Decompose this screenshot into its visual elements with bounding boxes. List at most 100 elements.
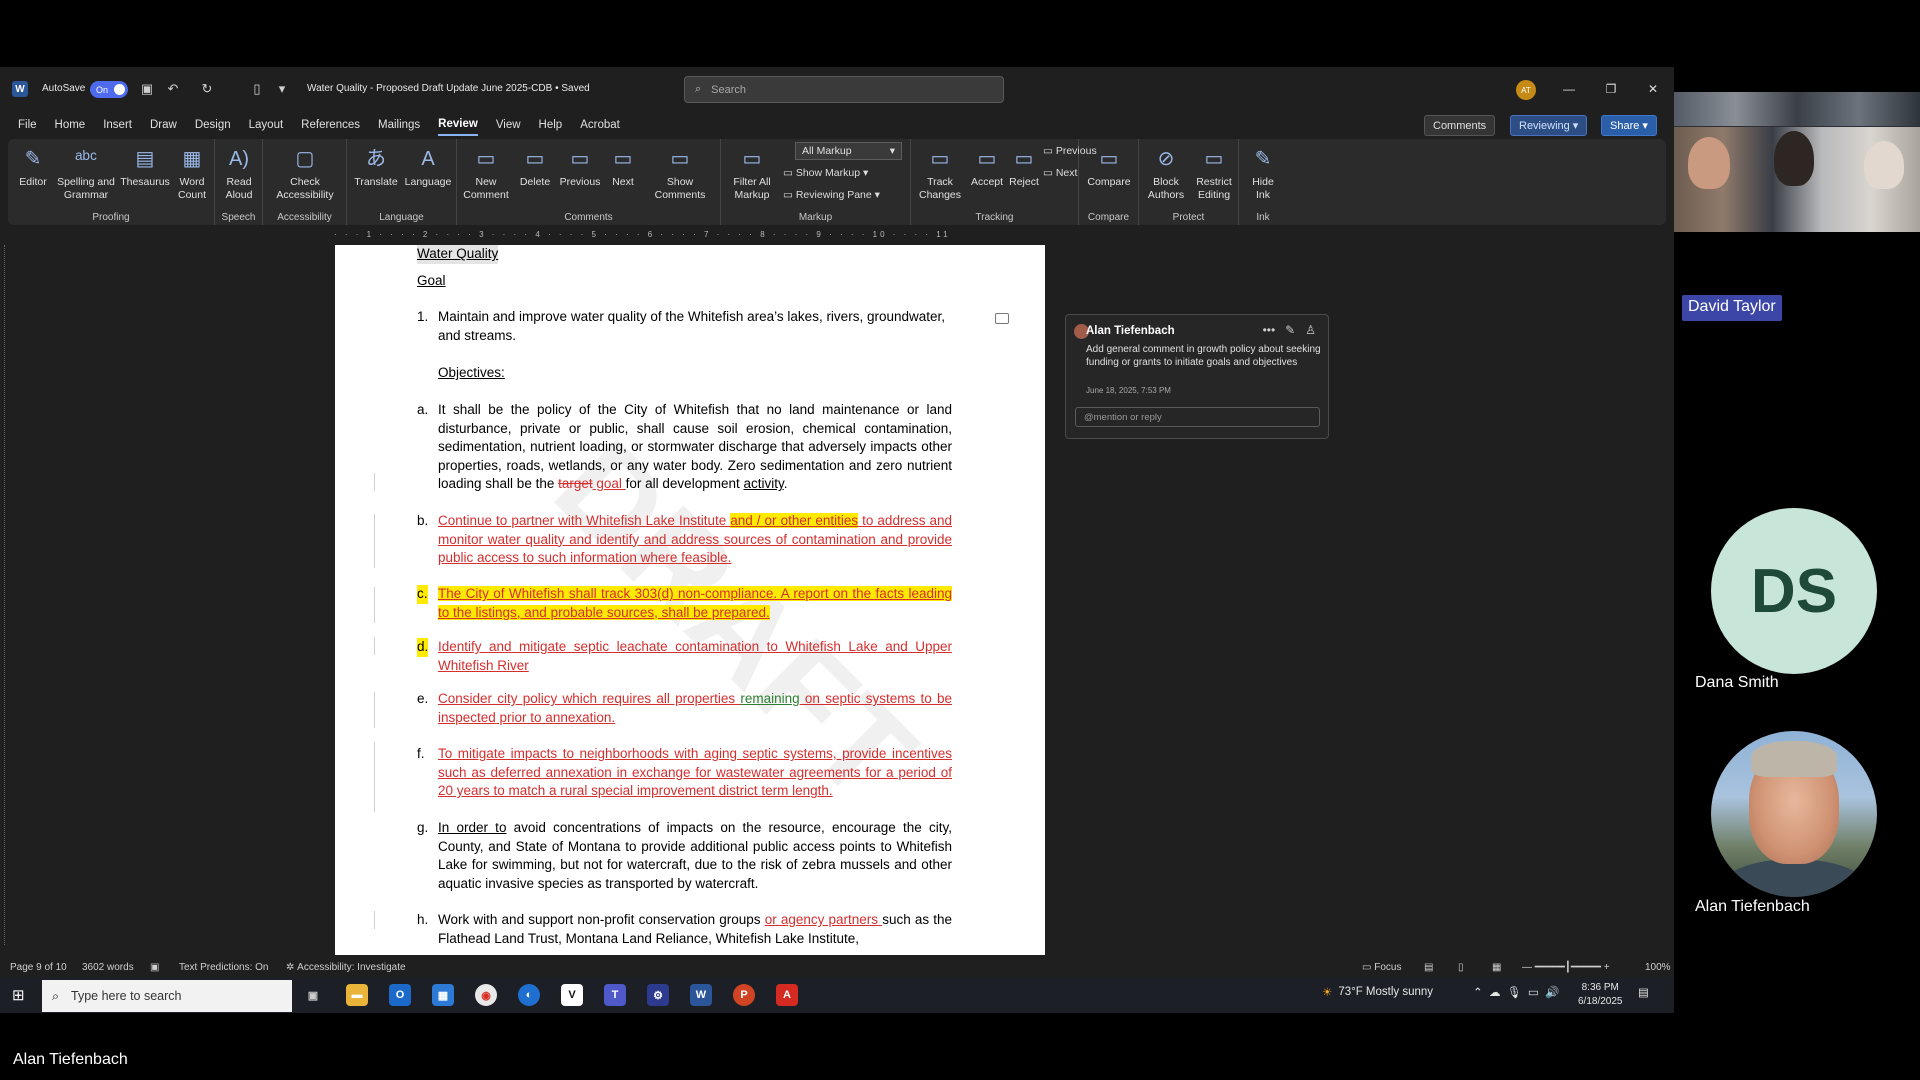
tab-mailings[interactable]: Mailings [378,115,420,135]
word-count-indicator[interactable]: 3602 words [82,962,134,973]
save-icon[interactable]: ▣ [138,80,156,98]
objective-b-text-2: to partner with Whitefish Lake Institute [492,513,731,528]
delete-comment-button[interactable]: ▭ Delete [515,145,555,189]
taskbar-clock[interactable]: 8:36 PM 6/18/2025 [1578,981,1623,1009]
zoom-slider[interactable]: — ━━━━━┃━━━━━ + [1522,962,1610,973]
close-icon[interactable]: ✕ [1641,79,1665,99]
comment-card[interactable]: Alan Tiefenbach ••• ✎ ♙ Add general comm… [1065,314,1329,439]
comment-anchor-icon[interactable] [995,313,1009,324]
language-icon: A [421,147,435,170]
tab-references[interactable]: References [301,115,360,135]
tab-design[interactable]: Design [195,115,231,135]
notifications-icon[interactable]: ▤ [1638,985,1649,999]
like-icon[interactable]: ♙ [1305,323,1316,337]
web-layout-icon[interactable]: ▦ [1492,962,1501,973]
bookmark-icon[interactable]: ▯ [248,80,266,98]
restore-icon[interactable]: ❐ [1599,79,1623,99]
more-options-icon[interactable]: ••• [1263,323,1276,337]
focus-button[interactable]: ▭ Focus [1362,962,1401,973]
tab-layout[interactable]: Layout [249,115,284,135]
show-markup-button[interactable]: ▭ Show Markup ▾ [783,167,868,179]
meeting-app-icon[interactable]: ⚙ [647,984,669,1006]
display-markup-select[interactable]: All Markup ▾ [795,142,902,160]
objective-g: g. In order to avoid concentrations of i… [417,819,952,893]
tab-home[interactable]: Home [55,115,86,135]
customize-toolbar-icon[interactable]: ▾ [273,80,291,98]
taskbar-search[interactable]: ⌕ Type here to search [42,980,292,1012]
spelling-button[interactable]: ᵃᵇᶜ Spelling and Grammar [54,145,118,202]
vertical-ruler[interactable] [4,245,14,945]
user-avatar[interactable]: AT [1516,80,1536,100]
proofing-status-icon[interactable]: ▣ [150,962,159,973]
text-predictions-indicator[interactable]: Text Predictions: On [179,962,268,973]
search-box[interactable]: ⌕ Search [684,76,1004,103]
store-icon[interactable]: ▦ [432,984,454,1006]
redo-icon[interactable]: ↻ [198,80,216,98]
outlook-icon[interactable]: O [389,984,411,1006]
new-comment-button[interactable]: ▭ New Comment [461,145,511,202]
autosave-toggle[interactable]: On [90,81,128,98]
comments-button[interactable]: Comments [1424,115,1496,136]
horizontal-ruler[interactable]: · · · 1 · · · · 2 · · · · 3 · · · · 4 · … [0,227,1674,240]
accept-button[interactable]: ▭ Accept [969,145,1005,189]
acrobat-icon[interactable]: A [776,984,798,1006]
translate-button[interactable]: あ Translate [353,145,399,189]
undo-icon[interactable]: ↶ [164,80,182,98]
deleted-text: target [558,476,593,491]
word-count-button[interactable]: ▦ Word Count [172,145,212,202]
participant-video-strip[interactable] [1674,92,1920,232]
share-button[interactable]: Share ▾ [1601,115,1657,136]
page-indicator[interactable]: Page 9 of 10 [10,962,67,973]
track-changes-button[interactable]: ▭ Track Changes [915,145,965,202]
participant-avatar-dana-smith[interactable]: DS [1711,508,1877,674]
tab-file[interactable]: File [18,115,37,135]
accessibility-indicator[interactable]: ✲ Accessibility: Investigate [286,962,406,973]
print-layout-icon[interactable]: ▯ [1458,962,1464,973]
document-page[interactable]: DRAFT Water Quality Goal 1. Maintain and… [335,245,1045,955]
windows-start-icon[interactable]: ⊞ [12,986,30,1004]
language-button[interactable]: A Language [403,145,453,189]
next-change-button[interactable]: ▭ Next [1043,167,1077,179]
block-authors-button[interactable]: ⊘ Block Authors [1143,145,1189,202]
zoom-level[interactable]: 100% [1645,962,1671,973]
tab-view[interactable]: View [496,115,521,135]
group-label-ink: Ink [1256,212,1270,223]
read-aloud-button[interactable]: A) Read Aloud [219,145,259,202]
weather-widget[interactable]: ☀ 73°F Mostly sunny [1322,985,1433,999]
tab-help[interactable]: Help [539,115,563,135]
tab-acrobat[interactable]: Acrobat [580,115,620,135]
comment-reply-input[interactable]: @mention or reply [1075,407,1320,427]
app-v-icon[interactable]: V [561,984,583,1006]
word-taskbar-icon[interactable]: W [690,984,712,1006]
check-accessibility-button[interactable]: ▢ Check Accessibility [269,145,341,202]
edit-icon[interactable]: ✎ [1285,323,1295,337]
reject-button[interactable]: ▭ Reject [1007,145,1041,189]
next-comment-button[interactable]: ▭ Next [605,145,641,189]
minimize-icon[interactable]: — [1557,79,1581,99]
tab-insert[interactable]: Insert [103,115,132,135]
read-mode-icon[interactable]: ▤ [1424,962,1433,973]
previous-comment-button[interactable]: ▭ Previous [557,145,603,189]
restrict-editing-button[interactable]: ▭ Restrict Editing [1191,145,1237,202]
app-icon[interactable]: ◐ [518,984,540,1006]
show-comments-button[interactable]: ▭ Show Comments [647,145,713,202]
thesaurus-button[interactable]: ▤ Thesaurus [120,145,170,189]
task-view-icon[interactable]: ▣ [302,984,324,1006]
hide-ink-button[interactable]: ✎ Hide Ink [1245,145,1281,202]
editor-button[interactable]: ✎ Editor [14,145,52,189]
participant-face [1774,131,1814,186]
chrome-icon[interactable]: ◉ [475,984,497,1006]
filter-all-markup-button[interactable]: ▭ Filter All Markup [725,145,779,202]
tab-review[interactable]: Review [438,114,478,136]
powerpoint-icon[interactable]: P [733,984,755,1006]
document-title[interactable]: Water Quality - Proposed Draft Update Ju… [307,83,590,94]
reviewing-button[interactable]: Reviewing ▾ [1510,115,1588,136]
tab-draw[interactable]: Draw [150,115,177,135]
file-explorer-icon[interactable]: ▬ [346,984,368,1006]
teams-icon[interactable]: T [604,984,626,1006]
system-tray-icons[interactable]: ⌃ ☁ 🎙 ▭ 🔊 [1473,985,1559,999]
shared-screen: W AutoSave On ▣ ↶ ↻ ▯ ▾ Water Quality - … [0,67,1674,1013]
reviewing-pane-button[interactable]: ▭ Reviewing Pane ▾ [783,189,880,201]
compare-button[interactable]: ▭ Compare [1085,145,1133,189]
participant-photo-alan-tiefenbach[interactable] [1711,731,1877,897]
